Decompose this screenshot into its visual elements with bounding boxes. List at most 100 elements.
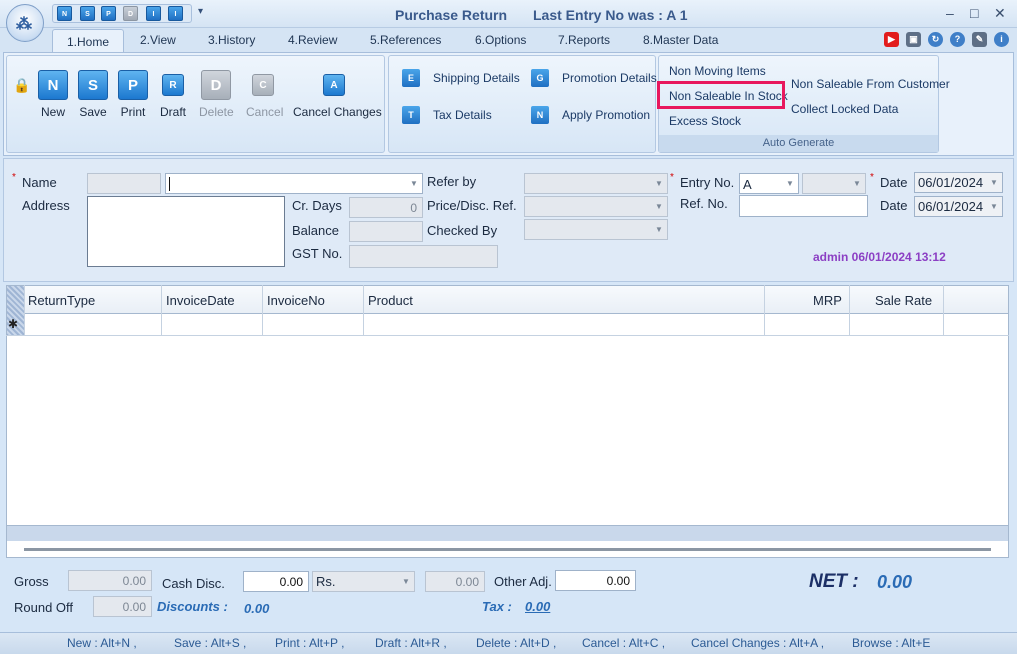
address-textarea[interactable] xyxy=(87,196,285,267)
entry-prefix-value: A xyxy=(743,177,752,192)
refresh-icon[interactable]: ↻ xyxy=(928,32,943,47)
close-icon[interactable]: ✕ xyxy=(994,5,1006,22)
tab-home[interactable]: 1.Home xyxy=(52,29,124,53)
tab-options[interactable]: 6.Options xyxy=(475,33,526,47)
entry-prefix-dropdown-icon[interactable]: ▼ xyxy=(783,176,797,191)
name-input[interactable]: ▼ xyxy=(165,173,423,194)
text-cursor xyxy=(169,177,170,191)
quick-save-button[interactable]: S xyxy=(80,6,95,21)
promotion-details-icon: G xyxy=(531,69,549,87)
col-return-type[interactable]: ReturnType xyxy=(28,293,95,308)
cancel-label: Cancel xyxy=(246,105,284,119)
non-saleable-from-customer-button[interactable]: Non Saleable From Customer xyxy=(791,77,950,91)
discounts-label: Discounts : xyxy=(157,599,228,614)
apply-promotion-button[interactable]: Apply Promotion xyxy=(562,108,650,122)
customize-toolbar-icon[interactable]: ▾ xyxy=(198,6,203,17)
tab-view[interactable]: 2.View xyxy=(140,33,176,47)
cash-disc-unit-select[interactable]: Rs. ▼ xyxy=(312,571,415,592)
gst-label: GST No. xyxy=(292,246,343,261)
cancel-button[interactable]: C Cancel xyxy=(246,70,284,119)
youtube-icon[interactable]: ▶ xyxy=(884,32,899,47)
delete-label: Delete xyxy=(199,105,234,119)
tab-reports[interactable]: 7.Reports xyxy=(558,33,610,47)
shipping-details-button[interactable]: Shipping Details xyxy=(433,71,520,85)
delete-icon: D xyxy=(201,70,231,100)
cash-disc-label: Cash Disc. xyxy=(162,576,225,591)
name-dropdown-icon[interactable]: ▼ xyxy=(407,176,421,191)
shortcut-cancel-changes: Cancel Changes : Alt+A , xyxy=(691,636,825,650)
checked-by-select[interactable]: ▼ xyxy=(524,219,668,240)
col-invoice-date[interactable]: InvoiceDate xyxy=(166,293,235,308)
gross-value: 0.00 xyxy=(122,574,146,588)
table-row[interactable] xyxy=(6,314,1009,336)
col-mrp[interactable]: MRP xyxy=(813,293,842,308)
date-picker[interactable]: 06/01/2024 ▼ xyxy=(914,172,1003,193)
help-icon[interactable]: ? xyxy=(950,32,965,47)
checked-by-dropdown-icon[interactable]: ▼ xyxy=(652,222,666,237)
price-disc-dropdown-icon[interactable]: ▼ xyxy=(652,199,666,214)
print-button[interactable]: P Print xyxy=(116,70,150,119)
app-menu-button[interactable]: ⁂ xyxy=(6,4,44,42)
cr-days-field[interactable]: 0 xyxy=(349,197,423,218)
tab-history[interactable]: 3.History xyxy=(208,33,255,47)
save-button[interactable]: S Save xyxy=(76,70,110,119)
col-product[interactable]: Product xyxy=(368,293,413,308)
cancel-changes-button[interactable]: A Cancel Changes xyxy=(293,70,382,119)
minimize-icon[interactable]: – xyxy=(946,5,954,21)
notes-icon[interactable]: ✎ xyxy=(972,32,987,47)
date2-value: 06/01/2024 xyxy=(918,199,984,214)
shortcut-draft: Draft : Alt+R , xyxy=(375,636,447,650)
date2-dropdown-icon[interactable]: ▼ xyxy=(987,199,1001,214)
name-label: Name xyxy=(22,175,57,190)
cash-disc-value: 0.00 xyxy=(279,575,303,589)
other-adj-label: Other Adj. xyxy=(494,574,552,589)
excess-stock-button[interactable]: Excess Stock xyxy=(669,114,741,128)
name-code-field[interactable] xyxy=(87,173,161,194)
gst-field[interactable] xyxy=(349,245,498,268)
refer-by-select[interactable]: ▼ xyxy=(524,173,668,194)
quick-new-button[interactable]: N xyxy=(57,6,72,21)
quick-info-button[interactable]: I xyxy=(146,6,161,21)
image-icon[interactable]: ▣ xyxy=(906,32,921,47)
tab-master-data[interactable]: 8.Master Data xyxy=(643,33,718,47)
price-disc-select[interactable]: ▼ xyxy=(524,196,668,217)
entry-number-dropdown-icon[interactable]: ▼ xyxy=(850,176,864,191)
cash-disc-unit-dropdown-icon[interactable]: ▼ xyxy=(399,574,413,589)
required-marker: * xyxy=(670,172,674,183)
col-sale-rate[interactable]: Sale Rate xyxy=(875,293,932,308)
ref-no-input[interactable] xyxy=(739,195,868,217)
other-adj-input[interactable]: 0.00 xyxy=(555,570,636,591)
draft-button[interactable]: R Draft xyxy=(156,70,190,119)
quick-print-button[interactable]: P xyxy=(101,6,116,21)
date-value: 06/01/2024 xyxy=(918,175,984,190)
tab-review[interactable]: 4.Review xyxy=(288,33,337,47)
date-dropdown-icon[interactable]: ▼ xyxy=(987,175,1001,190)
app-logo-icon: ⁂ xyxy=(16,16,32,33)
promotion-details-button[interactable]: Promotion Details xyxy=(562,71,657,85)
round-off-field: 0.00 xyxy=(93,596,152,617)
refer-by-dropdown-icon[interactable]: ▼ xyxy=(652,176,666,191)
collect-locked-data-button[interactable]: Collect Locked Data xyxy=(791,102,898,116)
shortcut-delete: Delete : Alt+D , xyxy=(476,636,557,650)
quick-info2-button[interactable]: I xyxy=(168,6,183,21)
tab-references[interactable]: 5.References xyxy=(370,33,441,47)
non-moving-items-button[interactable]: Non Moving Items xyxy=(669,64,766,78)
new-button[interactable]: N New xyxy=(36,70,70,119)
date2-picker[interactable]: 06/01/2024 ▼ xyxy=(914,196,1003,217)
discounts-value: 0.00 xyxy=(244,601,270,616)
info-icon[interactable]: i xyxy=(994,32,1009,47)
entry-number-select[interactable]: ▼ xyxy=(802,173,866,194)
entry-prefix-select[interactable]: A ▼ xyxy=(739,173,799,194)
quick-delete-button[interactable]: D xyxy=(123,6,138,21)
col-invoice-no[interactable]: InvoiceNo xyxy=(267,293,325,308)
tax-value-link[interactable]: 0.00 xyxy=(525,599,550,614)
cash-disc-input[interactable]: 0.00 xyxy=(243,571,309,592)
maximize-icon[interactable]: □ xyxy=(970,5,978,21)
cancel-changes-label: Cancel Changes xyxy=(293,105,382,119)
cash-disc-amount-field: 0.00 xyxy=(425,571,485,592)
horizontal-scrollbar[interactable] xyxy=(24,548,991,551)
tax-details-button[interactable]: Tax Details xyxy=(433,108,492,122)
address-label: Address xyxy=(22,198,70,213)
delete-button[interactable]: D Delete xyxy=(199,70,234,119)
cr-days-value: 0 xyxy=(410,201,417,215)
